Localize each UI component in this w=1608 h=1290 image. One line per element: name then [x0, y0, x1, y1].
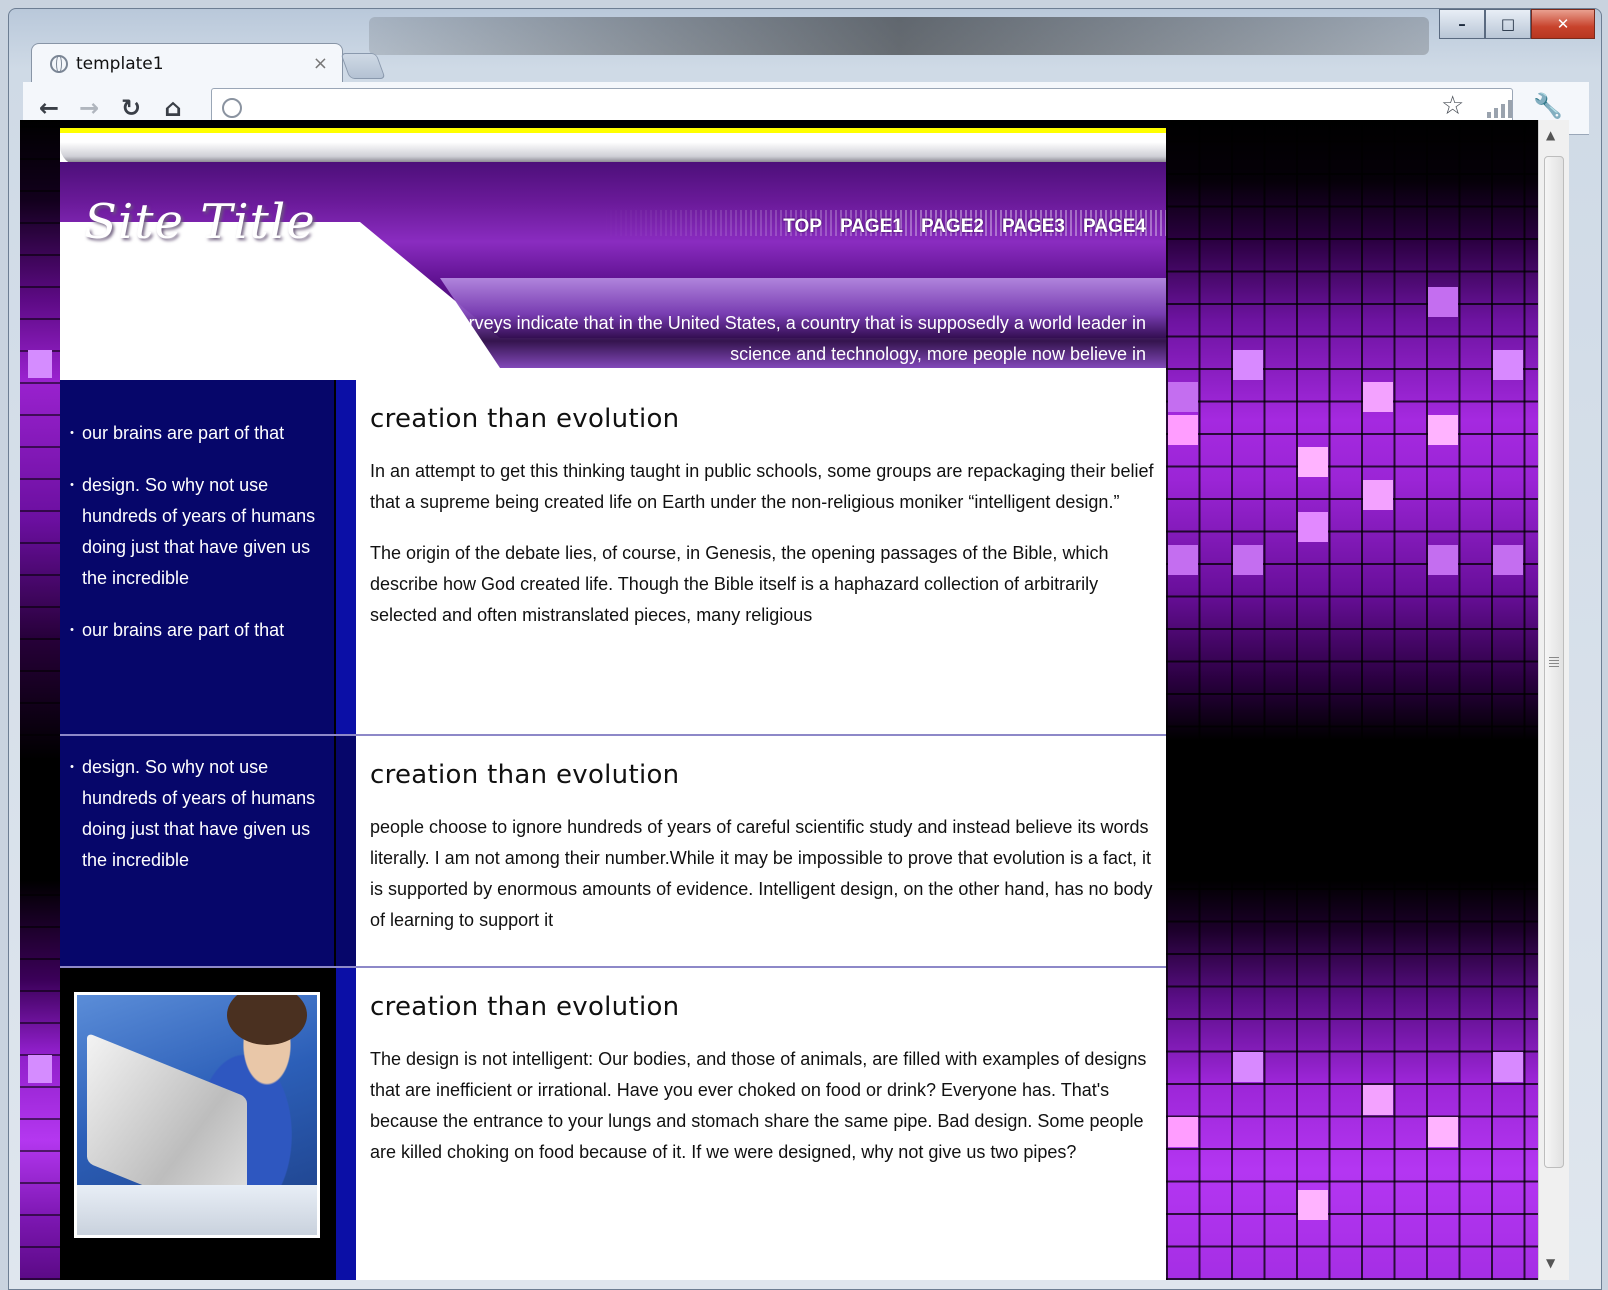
bookmark-star-icon[interactable]: ☆	[1441, 91, 1464, 121]
site-header: Site Title TOP PAGE1 PAGE2 PAGE3 PAGE4 S…	[60, 128, 1166, 380]
signal-icon	[1487, 100, 1512, 118]
grip-icon	[1549, 657, 1559, 667]
section-paragraph: In an attempt to get this thinking taugh…	[370, 461, 1154, 512]
main-content-3: creation than evolution The design is no…	[370, 992, 1160, 1188]
page-viewport: Site Title TOP PAGE1 PAGE2 PAGE3 PAGE4 S…	[20, 120, 1538, 1280]
main-content-2: creation than evolution people choose to…	[370, 760, 1160, 956]
tab-title: template1	[76, 54, 164, 74]
content-section-3: creation than evolution The design is no…	[60, 968, 1166, 1280]
section-heading-1: creation than evolution	[370, 404, 680, 434]
browser-tab[interactable]: template1 ×	[31, 43, 343, 84]
site-nav: TOP PAGE1 PAGE2 PAGE3 PAGE4	[783, 216, 1146, 238]
vertical-scrollbar[interactable]: ▲ ▼	[1538, 120, 1569, 1280]
minimize-button[interactable]: –	[1439, 9, 1485, 39]
site-title[interactable]: Site Title	[84, 194, 316, 250]
page-globe-icon	[222, 98, 242, 118]
maximize-button[interactable]: □	[1485, 9, 1531, 39]
title-bar-blur	[369, 17, 1429, 55]
scroll-thumb[interactable]	[1544, 156, 1564, 1168]
sidebar-item[interactable]: our brains are part of that	[65, 615, 324, 646]
scroll-down-icon[interactable]: ▼	[1546, 1256, 1555, 1270]
accent-bar-3	[336, 968, 356, 1280]
nav-page4[interactable]: PAGE4	[1083, 216, 1146, 238]
nav-top[interactable]: TOP	[783, 216, 822, 238]
sidebar-item[interactable]: design. So why not use hundreds of years…	[65, 470, 324, 594]
globe-icon	[50, 55, 68, 73]
left-background-strip	[20, 120, 60, 1280]
header-top-line	[60, 128, 1166, 133]
content-section-1: our brains are part of that design. So w…	[60, 380, 1166, 736]
right-background-grid	[1166, 120, 1538, 1280]
close-button[interactable]: ✕	[1531, 9, 1595, 39]
sidebar-panel-3	[60, 968, 336, 1280]
nav-page3[interactable]: PAGE3	[1002, 216, 1065, 238]
sidebar-list-2: design. So why not use hundreds of years…	[60, 752, 324, 876]
section-heading-3: creation than evolution	[370, 992, 680, 1022]
header-description: Surveys indicate that in the United Stat…	[446, 313, 1146, 364]
section-heading-2: creation than evolution	[370, 760, 680, 790]
sidebar-item[interactable]: design. So why not use hundreds of years…	[65, 752, 324, 876]
nav-page1[interactable]: PAGE1	[840, 216, 903, 238]
accent-bar-1	[336, 380, 356, 734]
page-content: Site Title TOP PAGE1 PAGE2 PAGE3 PAGE4 S…	[60, 128, 1166, 1280]
window-controls: – □ ✕	[1439, 9, 1595, 39]
new-tab-button[interactable]	[340, 53, 386, 79]
section-paragraph: people choose to ignore hundreds of year…	[370, 817, 1153, 930]
sidebar-panel-1: our brains are part of that design. So w…	[60, 380, 336, 734]
sidebar-item[interactable]: our brains are part of that	[65, 418, 324, 449]
tab-close-icon[interactable]: ×	[313, 53, 328, 74]
sidebar-list-1: our brains are part of that design. So w…	[60, 418, 324, 646]
section-paragraph: The origin of the debate lies, of course…	[370, 543, 1109, 625]
main-content-1: creation than evolution In an attempt to…	[370, 404, 1160, 651]
section-paragraph: The design is not intelligent: Our bodie…	[370, 1049, 1147, 1162]
wrench-icon[interactable]: 🔧	[1533, 92, 1563, 120]
accent-bar-2	[336, 736, 356, 966]
content-section-2: design. So why not use hundreds of years…	[60, 736, 1166, 968]
nav-page2[interactable]: PAGE2	[921, 216, 984, 238]
sidebar-panel-2: design. So why not use hundreds of years…	[60, 736, 336, 966]
scroll-up-icon[interactable]: ▲	[1546, 128, 1555, 142]
woman-laptop-photo	[74, 992, 320, 1238]
